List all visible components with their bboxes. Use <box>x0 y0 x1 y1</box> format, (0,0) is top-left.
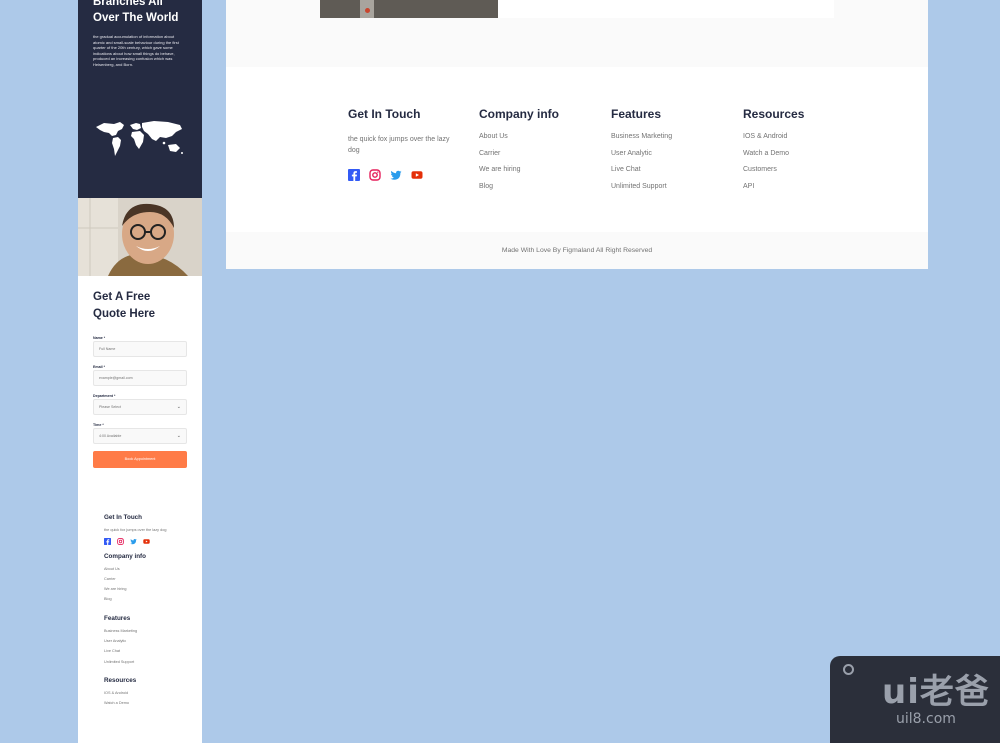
link-watch-demo[interactable]: Watch a Demo <box>743 148 863 165</box>
link-live-chat[interactable]: Live Chat <box>611 164 743 181</box>
content-card <box>498 0 834 18</box>
mobile-get-in-touch: Get In Touch the quick fox jumps over th… <box>104 514 202 545</box>
resources-title: Resources <box>743 107 805 121</box>
previous-section <box>226 0 928 67</box>
world-map-icon <box>96 121 183 156</box>
mobile-get-in-touch-text: the quick fox jumps over the lazy dog <box>104 528 167 532</box>
ring-icon <box>843 664 854 675</box>
quote-form: Name * Full Name Email * example@gmail.c… <box>93 335 187 468</box>
instagram-icon[interactable] <box>369 169 381 181</box>
chevron-down-icon: ⌄ <box>176 433 181 439</box>
desktop-footer: Get In Touch the quick fox jumps over th… <box>226 67 928 269</box>
quote-form-section: Get A Free Quote Here Name * Full Name E… <box>78 276 202 468</box>
link-user-analytic[interactable]: User Analytic <box>611 148 743 165</box>
mobile-company-info: Company info About Us Carrier We are hir… <box>104 553 202 607</box>
chevron-down-icon: ⌄ <box>176 404 181 410</box>
mobile-link-ios-android[interactable]: IOS & Android <box>104 690 202 700</box>
mobile-link-live-chat[interactable]: Live Chat <box>104 648 202 658</box>
name-input[interactable]: Full Name <box>93 341 187 357</box>
branches-title: Branches All Over The World <box>93 0 179 24</box>
link-business-marketing[interactable]: Business Marketing <box>611 131 743 148</box>
time-value: 4:00 Available <box>99 434 122 438</box>
get-in-touch-column: Get In Touch the quick fox jumps over th… <box>348 107 479 232</box>
department-select[interactable]: Please Select ⌄ <box>93 399 187 415</box>
mobile-company-title: Company info <box>104 552 146 560</box>
time-select[interactable]: 4:00 Available ⌄ <box>93 428 187 444</box>
instagram-icon[interactable] <box>117 537 124 545</box>
link-we-are-hiring[interactable]: We are hiring <box>479 164 611 181</box>
mobile-get-in-touch-title: Get In Touch <box>104 514 143 521</box>
get-in-touch-text: the quick fox jumps over the lazy dog <box>348 136 450 154</box>
facebook-icon[interactable] <box>348 169 360 181</box>
company-info-column: Company info About Us Carrier We are hir… <box>479 107 611 232</box>
link-api[interactable]: API <box>743 181 863 198</box>
smiling-man-photo <box>78 198 202 276</box>
person-photo <box>320 0 498 18</box>
youtube-icon[interactable] <box>143 538 150 545</box>
mobile-link-we-are-hiring[interactable]: We are hiring <box>104 586 202 596</box>
mobile-link-unlimited-support[interactable]: Unlimited Support <box>104 659 202 669</box>
email-input[interactable]: example@gmail.com <box>93 370 187 386</box>
copyright-bar: Made With Love By Figmaland All Right Re… <box>226 232 928 269</box>
mobile-preview: Branches All Over The World the gradual … <box>78 0 202 743</box>
mobile-link-about-us[interactable]: About Us <box>104 566 202 576</box>
mobile-resources: Resources IOS & Android Watch a Demo <box>104 677 202 711</box>
twitter-icon[interactable] <box>130 538 137 545</box>
mobile-link-business-marketing[interactable]: Business Marketing <box>104 628 202 638</box>
branches-text: the gradual accumulation of information … <box>93 34 179 67</box>
quote-title: Get A Free Quote Here <box>93 291 155 320</box>
link-ios-android[interactable]: IOS & Android <box>743 131 863 148</box>
mobile-footer: Get In Touch the quick fox jumps over th… <box>78 514 202 710</box>
link-customers[interactable]: Customers <box>743 164 863 181</box>
desktop-preview: Get In Touch the quick fox jumps over th… <box>226 0 928 269</box>
resources-column: Resources IOS & Android Watch a Demo Cus… <box>743 107 863 232</box>
twitter-icon[interactable] <box>390 169 402 181</box>
mobile-features: Features Business Marketing User Analyti… <box>104 615 202 669</box>
youtube-icon[interactable] <box>411 169 423 181</box>
book-appointment-button[interactable]: Book Appointment <box>93 451 187 468</box>
department-value: Please Select <box>99 405 121 409</box>
features-title: Features <box>611 107 662 121</box>
mobile-link-user-analytic[interactable]: User Analytic <box>104 638 202 648</box>
features-column: Features Business Marketing User Analyti… <box>611 107 743 232</box>
link-blog[interactable]: Blog <box>479 181 611 198</box>
mobile-link-watch-demo[interactable]: Watch a Demo <box>104 700 202 710</box>
facebook-icon[interactable] <box>104 537 111 545</box>
mobile-social-links <box>104 537 202 545</box>
link-unlimited-support[interactable]: Unlimited Support <box>611 181 743 198</box>
mobile-resources-title: Resources <box>104 676 137 684</box>
branches-section: Branches All Over The World the gradual … <box>78 0 202 198</box>
get-in-touch-title: Get In Touch <box>348 107 421 121</box>
copyright-text: Made With Love By Figmaland All Right Re… <box>501 247 653 254</box>
mobile-features-title: Features <box>104 614 131 622</box>
mobile-link-carrier[interactable]: Carrier <box>104 576 202 586</box>
company-info-title: Company info <box>479 107 559 121</box>
link-carrier[interactable]: Carrier <box>479 148 611 165</box>
mobile-link-blog[interactable]: Blog <box>104 596 202 606</box>
social-links <box>348 169 479 181</box>
watermark-url: uil8.com <box>896 711 956 727</box>
watermark-badge: ui老爸 uil8.com <box>830 656 1000 743</box>
watermark-logo: ui老爸 <box>882 672 990 712</box>
link-about-us[interactable]: About Us <box>479 131 611 148</box>
